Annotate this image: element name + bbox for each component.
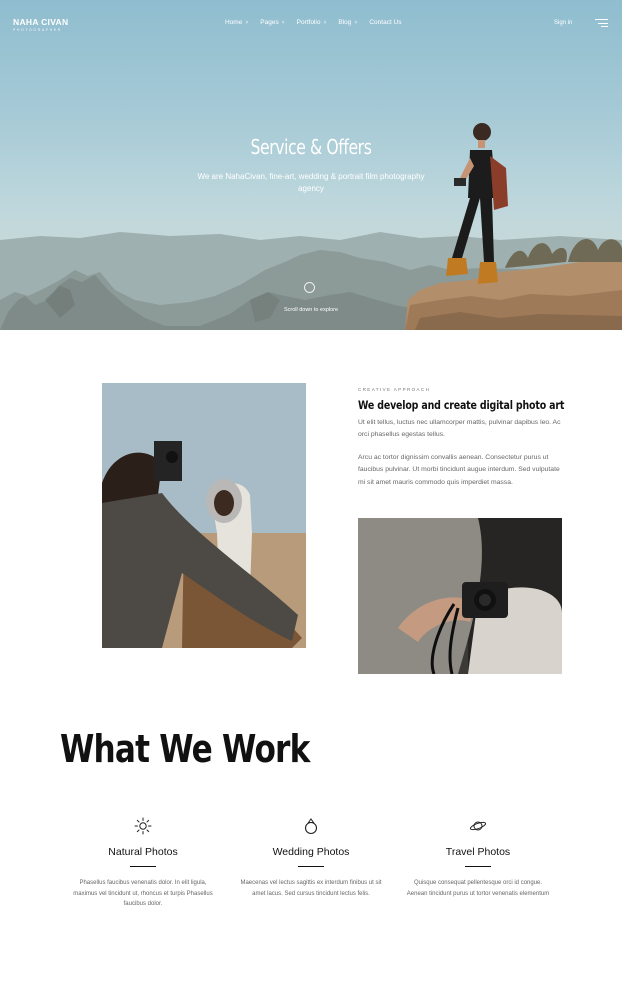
- nav-label: Home: [225, 19, 243, 26]
- chevron-down-icon: ˅: [354, 19, 358, 26]
- videographer-photo: [102, 383, 306, 648]
- service-description: Phasellus faucibus venenatis dolor. In e…: [73, 880, 213, 907]
- service-travel-photos: Travel Photos Quisque consequat pellente…: [403, 817, 553, 899]
- ring-icon: [304, 818, 318, 835]
- about-paragraph-1: Ut elit tellus, luctus nec ullamcorper m…: [358, 419, 561, 439]
- work-title: What We Work: [60, 727, 310, 771]
- service-label: Natural Photos: [108, 846, 178, 858]
- nav-item-portfolio[interactable]: Portfolio ˅: [297, 19, 327, 26]
- menu-line: [595, 19, 608, 20]
- nav-item-contact[interactable]: Contact Us: [369, 19, 401, 26]
- scroll-down-icon[interactable]: [304, 282, 315, 293]
- menu-line: [601, 26, 608, 28]
- service-label: Wedding Photos: [272, 846, 350, 858]
- divider: [465, 866, 491, 867]
- nav-item-home[interactable]: Home ˅: [225, 19, 248, 26]
- brand-name: NAHA CIVAN: [13, 17, 69, 27]
- nav-label: Blog: [338, 19, 352, 26]
- hero-section: NAHA CIVAN PHOTOGRAPHER Home ˅ Pages ˅ P…: [0, 0, 622, 330]
- service-label: Travel Photos: [445, 846, 511, 858]
- chevron-down-icon: ˅: [245, 19, 249, 26]
- service-natural-photos: Natural Photos Phasellus faucibus venena…: [68, 817, 218, 910]
- about-paragraph-2: Arcu ac tortor dignissim convallis aenea…: [358, 454, 560, 486]
- main-nav: Home ˅ Pages ˅ Portfolio ˅ Blog ˅ Contac…: [225, 19, 414, 26]
- nav-label: Pages: [260, 19, 279, 26]
- chevron-down-icon: ˅: [281, 19, 285, 26]
- section-eyebrow: CREATIVE APPROACH: [358, 387, 431, 392]
- hero-landscape-image: [0, 123, 622, 330]
- service-description: Quisque consequat pellentesque orci id c…: [406, 880, 550, 897]
- divider: [298, 866, 324, 867]
- chevron-down-icon: ˅: [323, 19, 327, 26]
- planet-icon: [469, 821, 487, 831]
- brand-tagline: PHOTOGRAPHER: [13, 28, 62, 32]
- camera-hands-photo: [358, 518, 562, 674]
- hamburger-icon[interactable]: [595, 19, 608, 28]
- nav-item-blog[interactable]: Blog ˅: [338, 19, 357, 26]
- service-description: Maecenas vel lectus sagittis ex interdum…: [240, 880, 382, 897]
- sun-icon: [134, 817, 152, 835]
- scroll-hint: Scroll down to explore: [283, 307, 339, 313]
- nav-label: Contact Us: [369, 19, 402, 26]
- about-title: We develop and create digital photo art: [358, 398, 565, 412]
- hero-subtitle: We are NahaCivan, fine-art, wedding & po…: [197, 172, 425, 193]
- service-wedding-photos: Wedding Photos Maecenas vel lectus sagit…: [236, 817, 386, 899]
- menu-line: [598, 22, 608, 24]
- hero-title: Service & Offers: [250, 135, 372, 159]
- divider: [130, 866, 156, 867]
- brand-logo[interactable]: NAHA CIVAN PHOTOGRAPHER: [13, 17, 68, 32]
- nav-label: Portfolio: [296, 19, 321, 26]
- nav-item-pages[interactable]: Pages ˅: [260, 19, 284, 26]
- signin-link[interactable]: Sign in: [554, 20, 572, 26]
